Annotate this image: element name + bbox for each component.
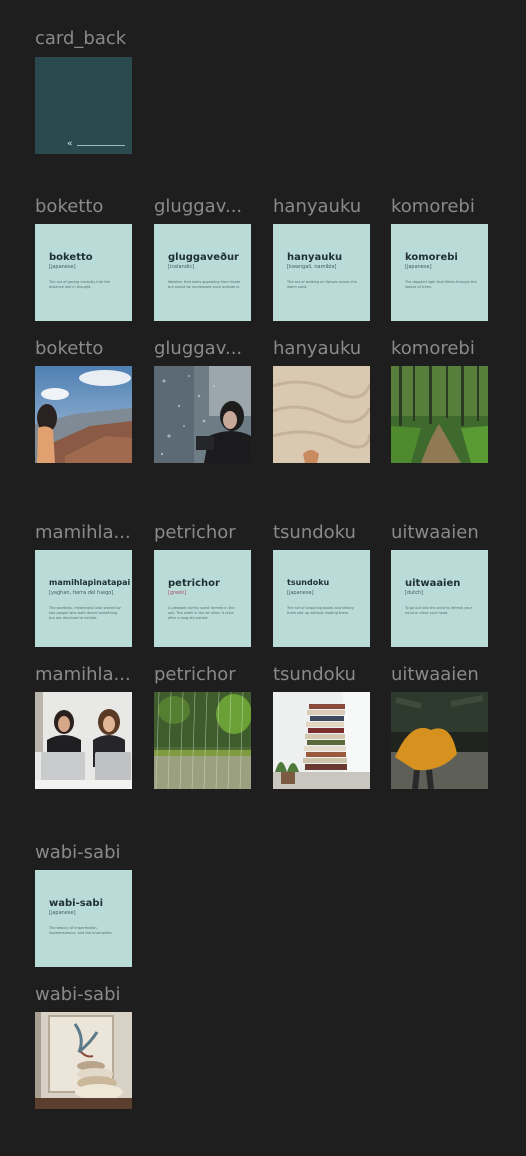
frame-label[interactable]: gluggav... [154, 196, 242, 218]
frame-label-card-back[interactable]: card_back [35, 28, 126, 50]
card-word: tsundoku [287, 578, 330, 587]
frame-label[interactable]: uitwaaien [391, 522, 479, 544]
definition-card-boketto[interactable]: boketto [japanese] The act of gazing vac… [35, 224, 132, 321]
card-description: The dappled light that filters through t… [405, 280, 477, 289]
frame-label[interactable]: wabi-sabi [35, 842, 121, 864]
card-word: wabi-sabi [49, 898, 104, 909]
card-description: A pleasant earthy scent formed in the so… [168, 606, 235, 620]
frame-label[interactable]: tsundoku [273, 522, 356, 544]
frame-label[interactable]: tsundoku [273, 664, 356, 686]
frame-label[interactable]: gluggav... [154, 338, 242, 360]
card-word: hanyauku [287, 252, 343, 263]
card-description: The act of acquiring books and letting t… [287, 606, 354, 615]
definition-card-petrichor[interactable]: petrichor [greek] A pleasant earthy scen… [154, 550, 251, 647]
card-description: To go out into the wind to refresh your … [405, 606, 473, 615]
card-word: petrichor [168, 578, 220, 589]
frame-label[interactable]: komorebi [391, 338, 475, 360]
photo-boketto[interactable] [35, 366, 132, 463]
photo-hanyauku[interactable] [273, 366, 370, 463]
card-origin: [japanese] [49, 910, 76, 916]
photo-komorebi[interactable] [391, 366, 488, 463]
definition-card-gluggavedur[interactable]: gluggaveður [icelandic] Weather that loo… [154, 224, 251, 321]
card-origin: [japanese] [287, 590, 314, 596]
photo-mamihlapinatapai[interactable] [35, 692, 132, 789]
card-word: boketto [49, 252, 93, 263]
card-description: Weather that looks appealing from inside… [168, 280, 241, 289]
frame-label[interactable]: wabi-sabi [35, 984, 121, 1006]
card-word: mamihlapinatapai [49, 578, 131, 587]
card-origin: [yaghan, tierra del fuego] [49, 590, 114, 596]
divider-line [77, 145, 125, 146]
card-origin: [dutch] [405, 590, 424, 596]
definition-card-mamihlapinatapai[interactable]: mamihlapinatapai [yaghan, tierra del fue… [35, 550, 132, 647]
card-description: The act of walking on tiptoes across the… [287, 280, 357, 289]
frame-label[interactable]: uitwaaien [391, 664, 479, 686]
card-word: uitwaaien [405, 578, 461, 589]
photo-wabi-sabi[interactable] [35, 1012, 132, 1109]
card-back-frame[interactable]: « [35, 57, 132, 154]
definition-card-wabi-sabi[interactable]: wabi-sabi [japanese] The beauty of imper… [35, 870, 132, 967]
definition-card-komorebi[interactable]: komorebi [japanese] The dappled light th… [391, 224, 488, 321]
back-arrow-icon: « [67, 139, 73, 149]
frame-label[interactable]: komorebi [391, 196, 475, 218]
card-origin: [greek] [168, 590, 187, 596]
card-word: komorebi [405, 252, 458, 263]
card-origin: [japanese] [49, 264, 76, 270]
definition-card-uitwaaien[interactable]: uitwaaien [dutch] To go out into the win… [391, 550, 488, 647]
frame-label[interactable]: mamihla... [35, 522, 131, 544]
photo-tsundoku[interactable] [273, 692, 370, 789]
frame-label[interactable]: hanyauku [273, 196, 361, 218]
card-word: gluggaveður [168, 252, 239, 263]
frame-label[interactable]: boketto [35, 196, 103, 218]
card-description: The wordless, meaningful look shared by … [49, 606, 121, 620]
card-description: The beauty of imperfection, impermanence… [49, 926, 113, 935]
frame-label[interactable]: petrichor [154, 522, 236, 544]
definition-card-hanyauku[interactable]: hanyauku [kwangali, namibia] The act of … [273, 224, 370, 321]
photo-uitwaaien[interactable] [391, 692, 488, 789]
card-description: The act of gazing vacantly into the dist… [49, 280, 110, 289]
card-origin: [icelandic] [168, 264, 195, 270]
frame-label[interactable]: mamihla... [35, 664, 131, 686]
photo-gluggavedur[interactable] [154, 366, 251, 463]
frame-label[interactable]: hanyauku [273, 338, 361, 360]
card-origin: [japanese] [405, 264, 432, 270]
photo-petrichor[interactable] [154, 692, 251, 789]
frame-label[interactable]: petrichor [154, 664, 236, 686]
definition-card-tsundoku[interactable]: tsundoku [japanese] The act of acquiring… [273, 550, 370, 647]
frame-label[interactable]: boketto [35, 338, 103, 360]
card-origin: [kwangali, namibia] [287, 264, 337, 270]
